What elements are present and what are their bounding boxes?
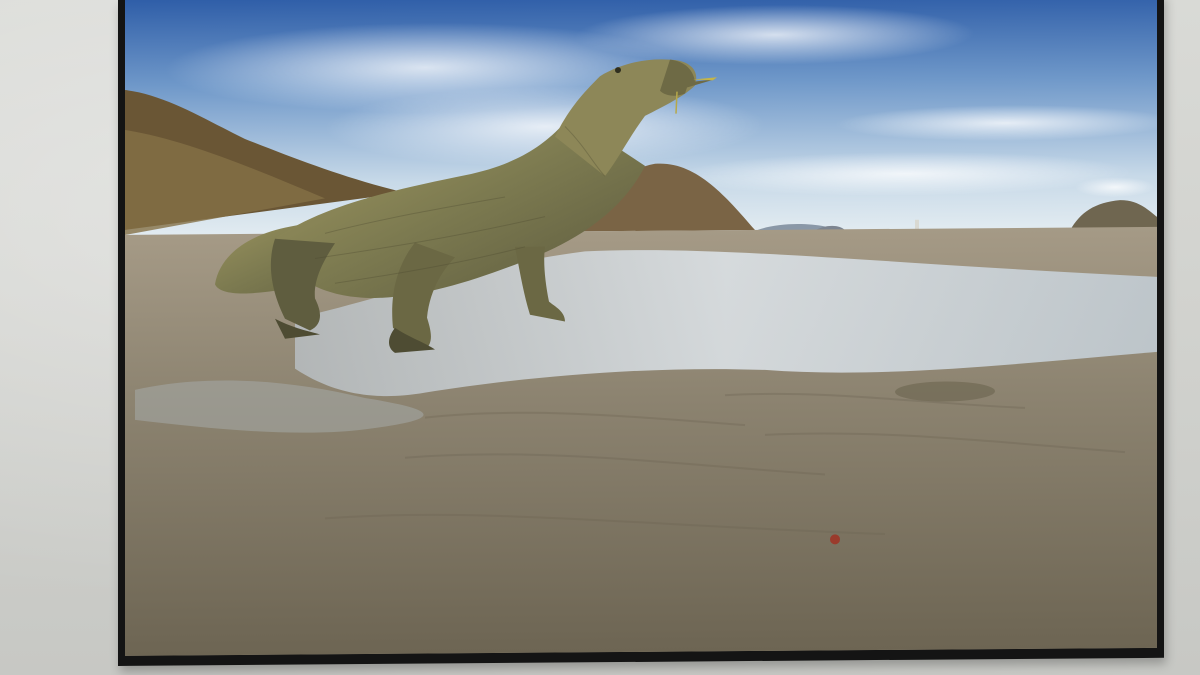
picture-frame (118, 0, 1164, 667)
photo-scene (125, 0, 1157, 656)
komodo-photo (125, 0, 1157, 656)
